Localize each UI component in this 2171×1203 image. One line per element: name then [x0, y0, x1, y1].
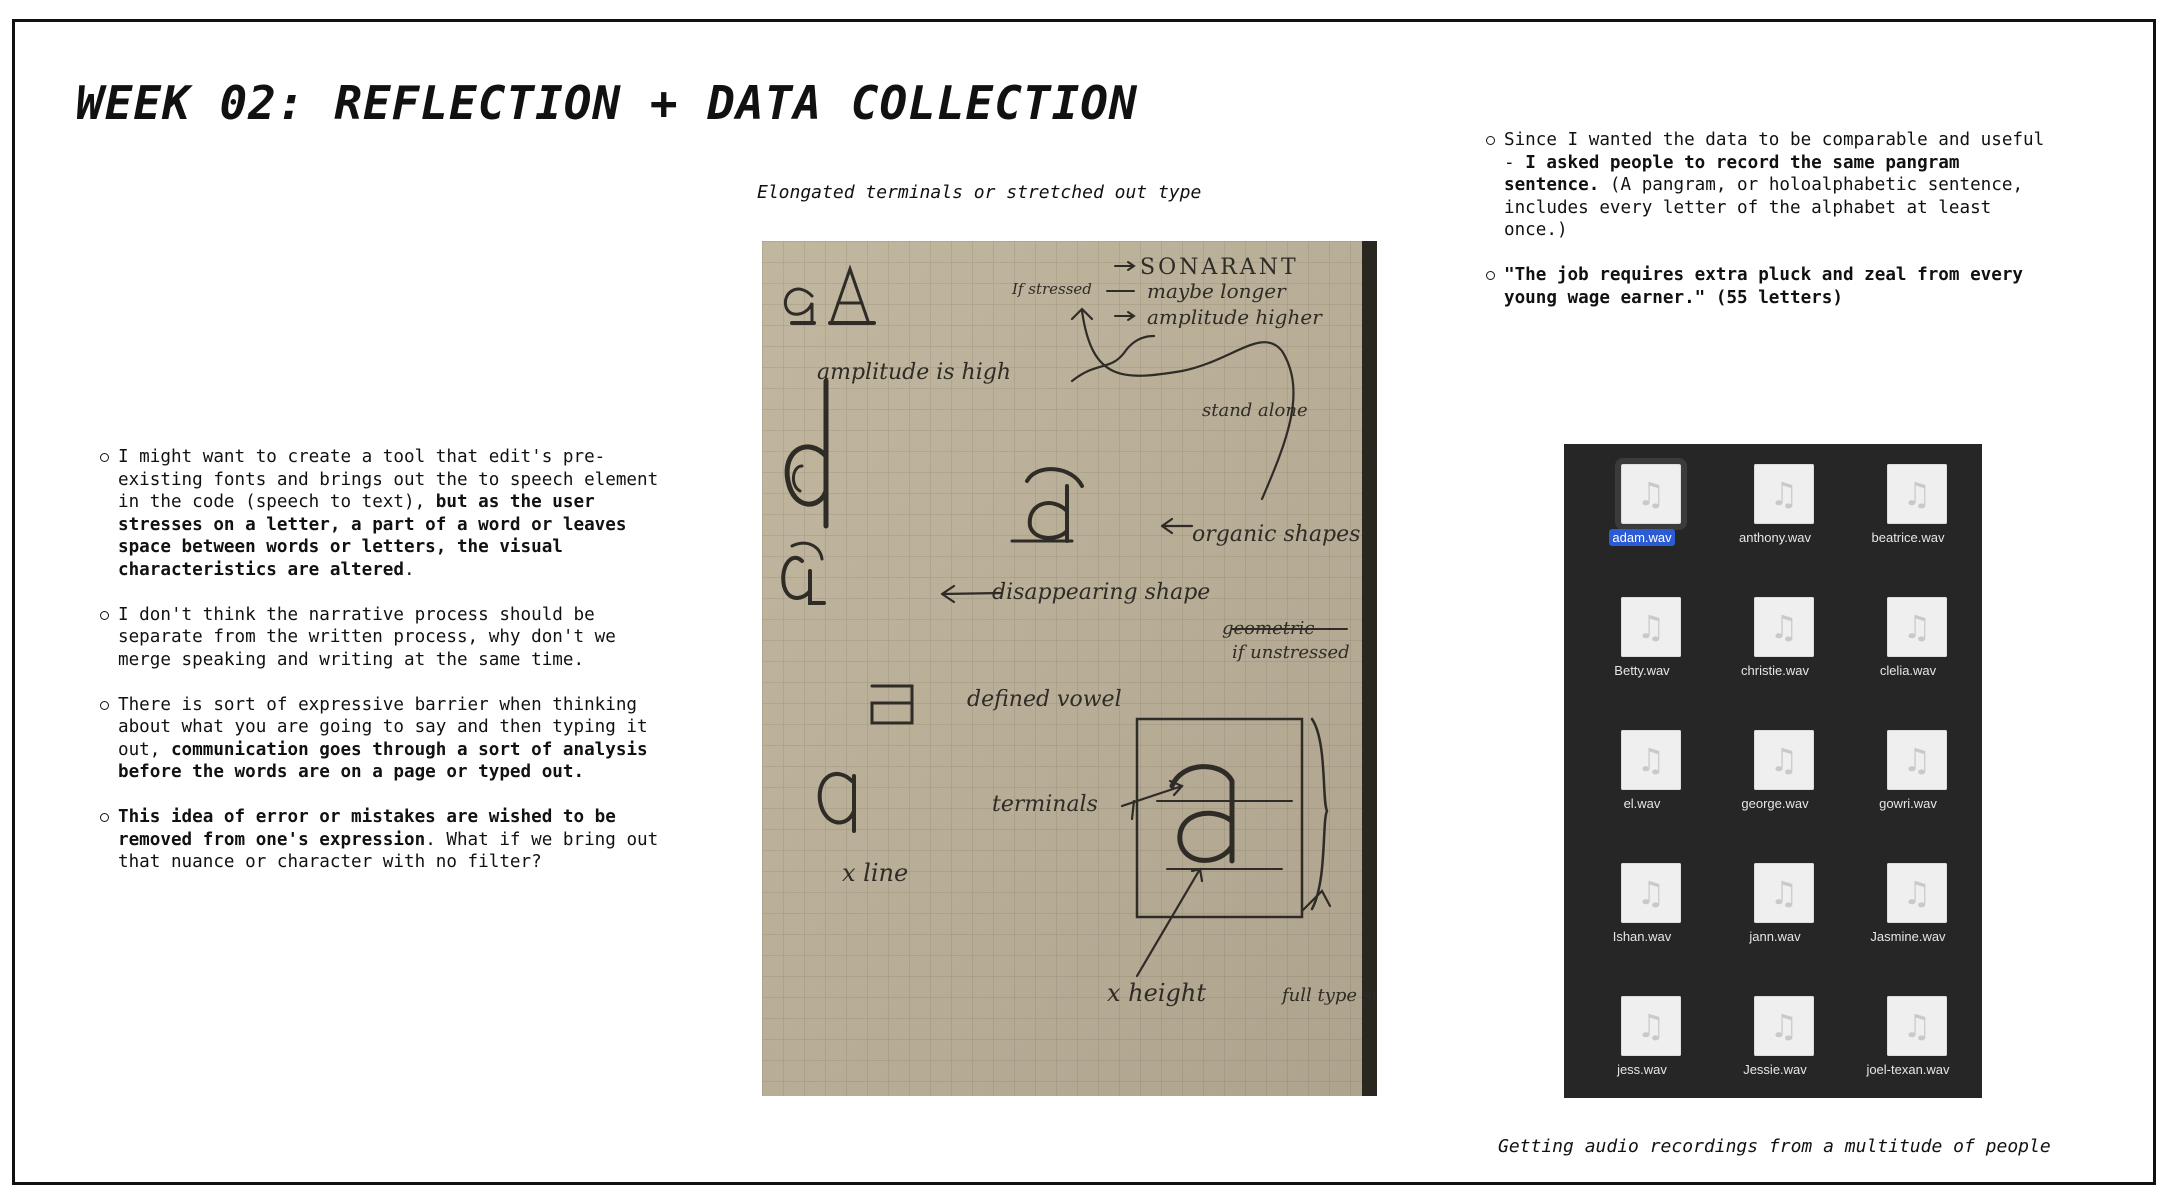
audio-file-tile[interactable]: ♫ el.wav — [1575, 720, 1709, 853]
audio-file-icon: ♫ — [1887, 996, 1947, 1056]
sketch-annotation: amplitude higher — [1147, 305, 1323, 329]
audio-file-tile[interactable]: ♫ joel-texan.wav — [1841, 986, 1975, 1119]
sketch-annotation: amplitude is high — [817, 360, 1011, 385]
audio-file-name: clelia.wav — [1879, 663, 1937, 678]
sketch-photo: SONARANT If stressed maybe longer amplit… — [762, 241, 1377, 1096]
sketch-annotation: disappearing shape — [992, 580, 1210, 605]
audio-file-tile[interactable]: ♫ Jessie.wav — [1708, 986, 1842, 1119]
audio-file-icon: ♫ — [1621, 863, 1681, 923]
sketch-annotation: If stressed — [1011, 280, 1092, 298]
bullet-item: I might want to create a tool that edit'… — [100, 446, 670, 581]
audio-file-icon: ♫ — [1754, 996, 1814, 1056]
bullet-item: I don't think the narrative process shou… — [100, 604, 670, 672]
sketch-annotation: organic shapes — [1192, 522, 1360, 547]
sketch-annotation: full type size — [1280, 985, 1377, 1006]
audio-file-tile[interactable]: ♫ clelia.wav — [1841, 587, 1975, 720]
data-collection-bullets: Since I wanted the data to be comparable… — [1486, 129, 2056, 332]
audio-file-icon: ♫ — [1887, 730, 1947, 790]
audio-file-icon: ♫ — [1621, 597, 1681, 657]
audio-file-icon: ♫ — [1754, 464, 1814, 524]
audio-file-name: beatrice.wav — [1871, 530, 1945, 545]
sketch-annotation: if unstressed — [1232, 642, 1350, 663]
bullet-item: There is sort of expressive barrier when… — [100, 694, 670, 784]
audio-file-icon: ♫ — [1887, 863, 1947, 923]
audio-file-tile[interactable]: ♫ george.wav — [1708, 720, 1842, 853]
audio-file-tile[interactable]: ♫ adam.wav — [1575, 454, 1709, 587]
sketch-annotation: geometric — [1222, 618, 1314, 639]
audio-file-browser: ♫ adam.wav ♫ anthony.wav ♫ beatrice.wav … — [1564, 444, 1982, 1098]
audio-file-icon: ♫ — [1615, 458, 1687, 530]
sketch-annotation: SONARANT — [1140, 255, 1299, 280]
audio-file-name: joel-texan.wav — [1866, 1062, 1950, 1077]
sketch-annotation: stand alone — [1202, 400, 1308, 421]
audio-file-icon: ♫ — [1754, 597, 1814, 657]
audio-file-name: george.wav — [1741, 796, 1809, 811]
audio-file-name: adam.wav — [1609, 529, 1675, 546]
audio-file-icon: ♫ — [1887, 464, 1947, 524]
sketch-annotation: maybe longer — [1147, 279, 1287, 303]
audio-file-tile[interactable]: ♫ jann.wav — [1708, 853, 1842, 986]
audio-file-icon: ♫ — [1887, 597, 1947, 657]
bullet-item: Since I wanted the data to be comparable… — [1486, 129, 2056, 242]
audio-file-name: el.wav — [1623, 796, 1661, 811]
sketch-annotation: defined vowel — [967, 687, 1122, 712]
reflection-bullets: I might want to create a tool that edit'… — [100, 446, 670, 896]
audio-file-tile[interactable]: ♫ Betty.wav — [1575, 587, 1709, 720]
audio-file-tile[interactable]: ♫ beatrice.wav — [1841, 454, 1975, 587]
bullet-item: "The job requires extra pluck and zeal f… — [1486, 264, 2056, 309]
audio-file-name: christie.wav — [1741, 663, 1809, 678]
audio-file-tile[interactable]: ♫ anthony.wav — [1708, 454, 1842, 587]
audio-file-tile[interactable]: ♫ jess.wav — [1575, 986, 1709, 1119]
sketch-caption: Elongated terminals or stretched out typ… — [757, 182, 1202, 203]
audio-file-name: jess.wav — [1617, 1062, 1667, 1077]
audio-file-icon: ♫ — [1621, 730, 1681, 790]
sketch-annotation: x line — [842, 859, 908, 887]
audio-file-icon: ♫ — [1621, 996, 1681, 1056]
audio-file-name: Jasmine.wav — [1870, 929, 1946, 944]
audio-file-tile[interactable]: ♫ gowri.wav — [1841, 720, 1975, 853]
audio-file-name: anthony.wav — [1738, 530, 1812, 545]
sketch-annotation: x height — [1107, 979, 1206, 1007]
audio-file-tile[interactable]: ♫ Jasmine.wav — [1841, 853, 1975, 986]
audio-file-tile[interactable]: ♫ christie.wav — [1708, 587, 1842, 720]
audio-file-icon: ♫ — [1754, 863, 1814, 923]
sketch-drawing: SONARANT If stressed maybe longer amplit… — [762, 241, 1377, 1096]
audio-file-icon: ♫ — [1754, 730, 1814, 790]
sketch-annotation: terminals — [992, 792, 1098, 817]
page-title: WEEK 02: REFLECTION + DATA COLLECTION — [76, 76, 1138, 130]
audio-file-name: jann.wav — [1749, 929, 1801, 944]
audio-file-tile[interactable]: ♫ Ishan.wav — [1575, 853, 1709, 986]
audio-file-name: gowri.wav — [1879, 796, 1937, 811]
audio-file-name: Ishan.wav — [1612, 929, 1672, 944]
audio-file-name: Jessie.wav — [1743, 1062, 1807, 1077]
audio-file-name: Betty.wav — [1614, 663, 1670, 678]
audio-caption: Getting audio recordings from a multitud… — [1498, 1136, 2051, 1157]
bullet-item: This idea of error or mistakes are wishe… — [100, 806, 670, 874]
